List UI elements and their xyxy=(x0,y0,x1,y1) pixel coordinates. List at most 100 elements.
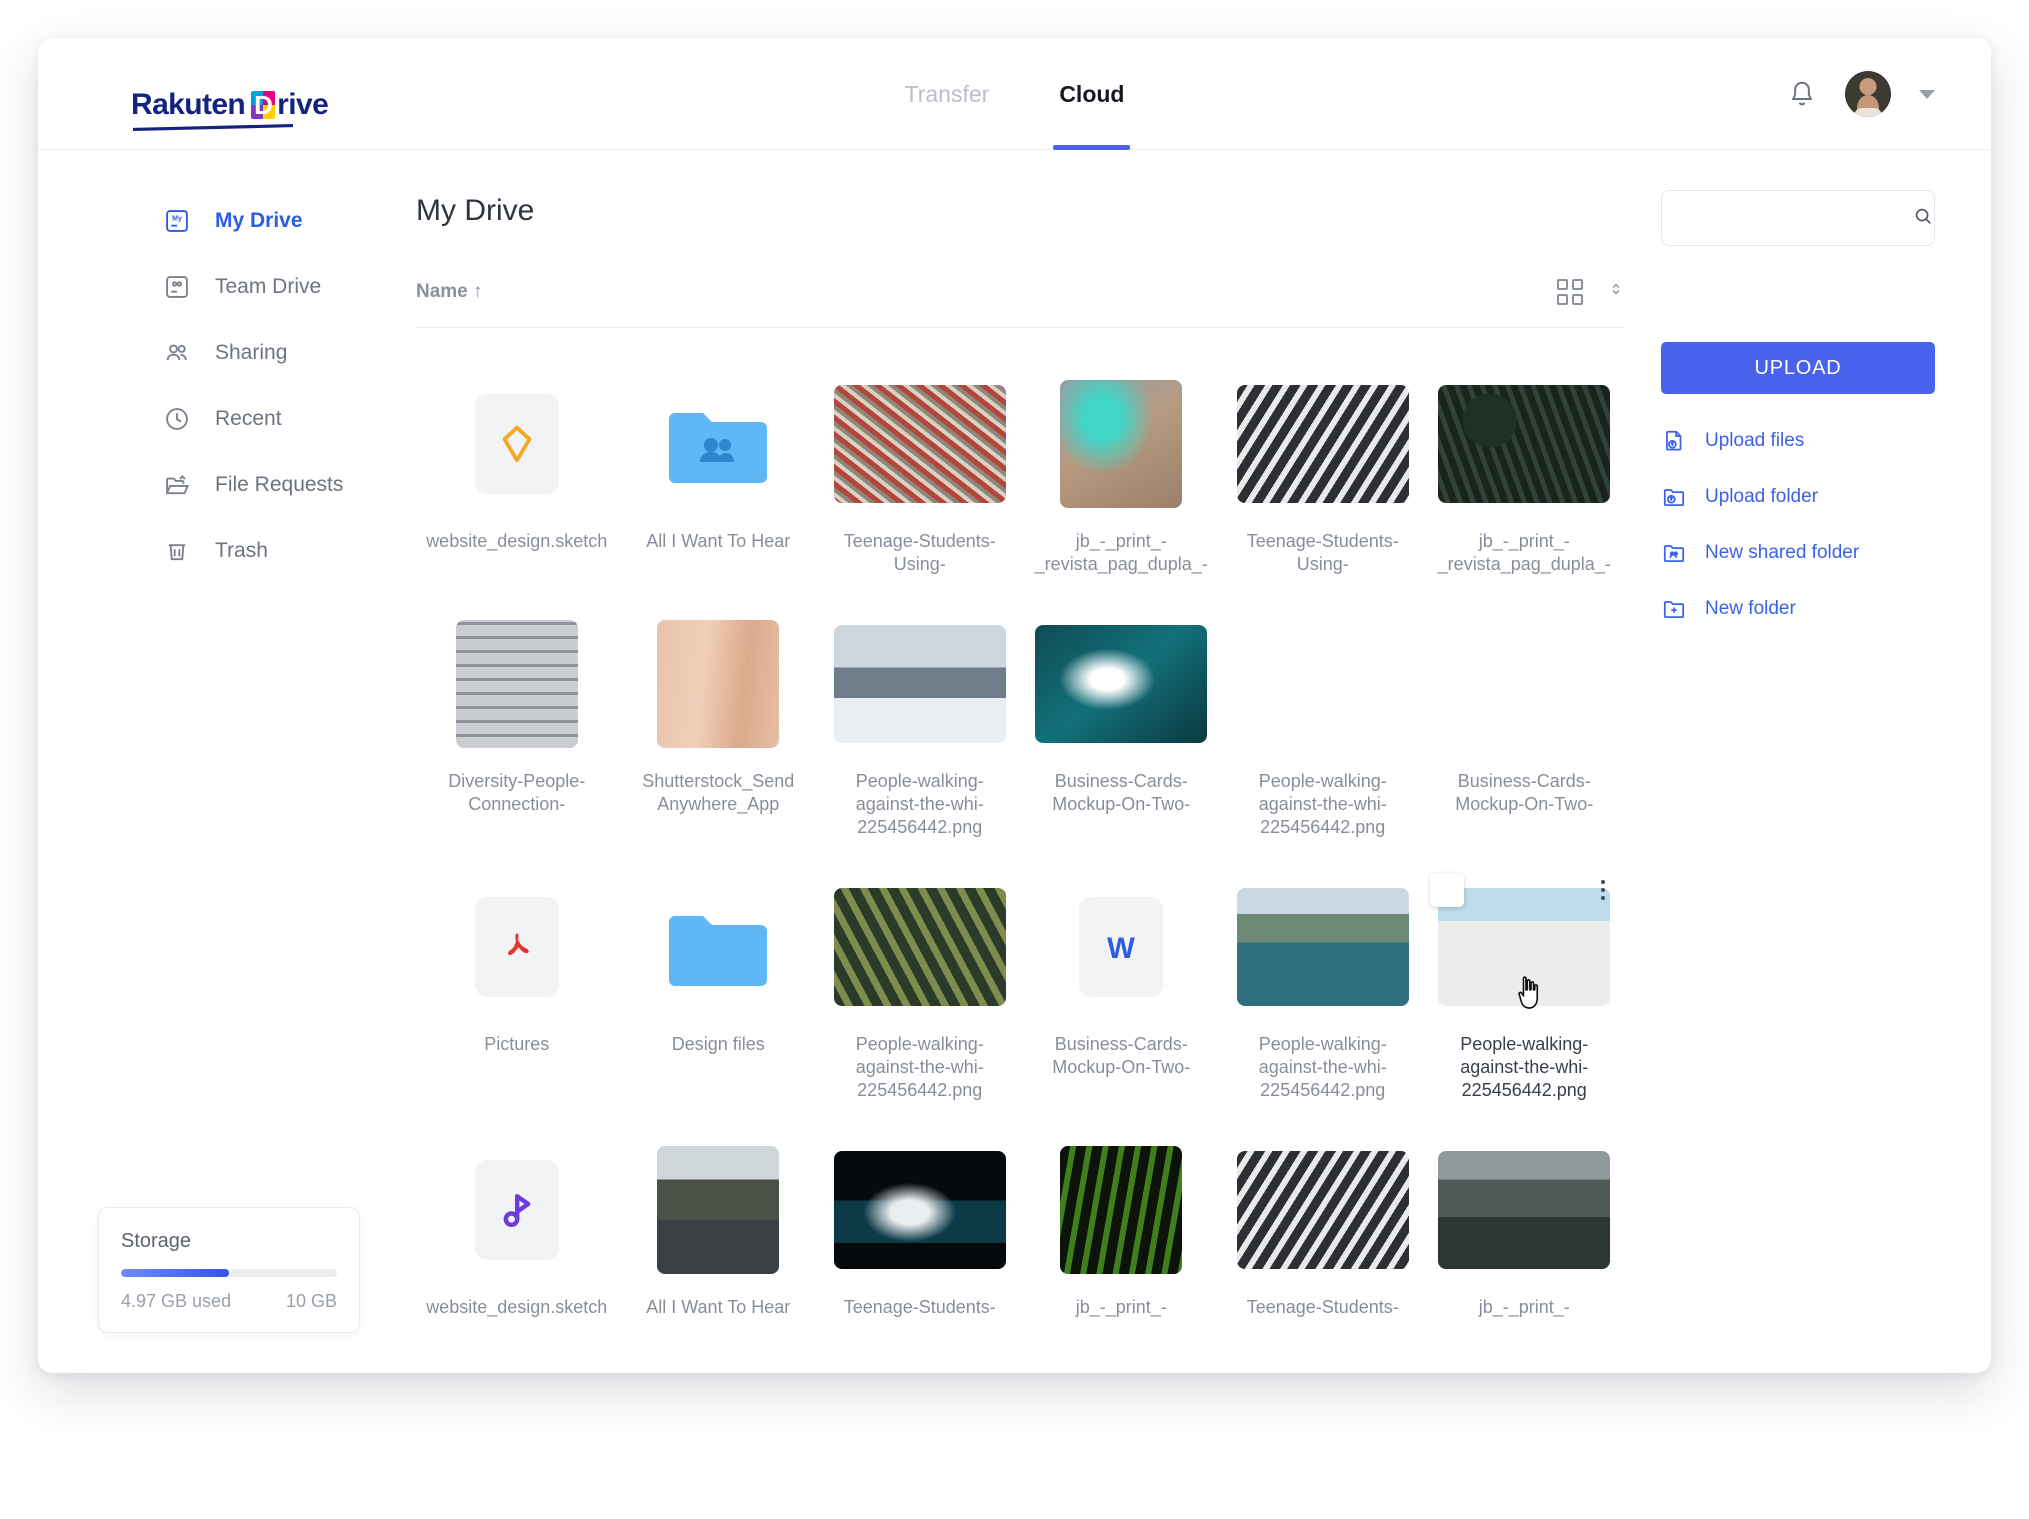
file-thumbnail xyxy=(1035,620,1208,748)
tab-cloud[interactable]: Cloud xyxy=(1053,38,1131,150)
file-cell[interactable]: jb_-_print_- xyxy=(1021,1124,1223,1335)
file-label: Design files xyxy=(671,1034,765,1055)
thumbnail-image xyxy=(1236,385,1409,503)
search-box[interactable] xyxy=(1661,190,1935,246)
file-thumbnail xyxy=(431,620,603,749)
file-thumbnail xyxy=(833,380,1006,508)
svg-text:W: W xyxy=(1107,932,1135,965)
file-cell[interactable]: People-walking-against-the-whi-225456442… xyxy=(819,861,1021,1118)
thumbnail-image xyxy=(657,1146,780,1275)
file-label: People-walking-against-the-whi-225456442… xyxy=(1460,1034,1589,1101)
file-cell[interactable]: Design files xyxy=(618,861,820,1118)
new-shared-folder-link[interactable]: New shared folder xyxy=(1661,540,1935,566)
file-label: Business-Cards-Mockup-On-Two- xyxy=(1455,771,1594,815)
chevron-down-icon[interactable] xyxy=(1919,89,1935,99)
sort-updown-icon[interactable] xyxy=(1607,276,1625,307)
file-cell[interactable]: People-walking-against-the-whi-225456442… xyxy=(1222,598,1424,855)
file-cell[interactable]: Teenage-Students- xyxy=(1222,1124,1424,1335)
file-label: Business-Cards-Mockup-On-Two- xyxy=(1052,771,1191,815)
file-cell[interactable]: People-walking-against-the-whi-225456442… xyxy=(819,598,1021,855)
right-rail: UPLOAD Upload files Upload folder New sh… xyxy=(1661,150,1991,1373)
folder-icon xyxy=(667,908,769,987)
sidebar-item-recent[interactable]: Recent xyxy=(38,394,393,444)
file-request-icon xyxy=(163,471,191,499)
sidebar-item-label: Trash xyxy=(215,539,268,562)
sidebar-item-team-drive[interactable]: Team Drive xyxy=(38,262,393,312)
thumbnail-image xyxy=(833,625,1006,744)
file-label: Business-Cards-Mockup-On-Two- xyxy=(1052,1034,1191,1078)
file-cell[interactable]: Teenage-Students-Using- xyxy=(1222,358,1424,592)
file-cell[interactable]: Shutterstock_Send Anywhere_App xyxy=(618,598,820,855)
file-label: Teenage-Students-Using- xyxy=(1246,531,1399,575)
brand-name-secondary: rive xyxy=(277,88,329,121)
my-drive-icon: My xyxy=(163,207,191,235)
file-cell[interactable]: W Business-Cards-Mockup-On-Two- xyxy=(1021,861,1223,1118)
file-cell[interactable]: Business-Cards-Mockup-On-Two- xyxy=(1021,598,1223,855)
file-label: Teenage-Students-Using- xyxy=(843,531,996,575)
clock-icon xyxy=(163,405,191,433)
file-cell[interactable]: All I Want To Hear xyxy=(618,358,820,592)
thumbnail-image xyxy=(833,1151,1006,1270)
sidebar-item-label: My Drive xyxy=(215,209,303,232)
upload-file-icon xyxy=(1661,428,1687,454)
file-cell-hovered[interactable]: People-walking-against-the-whi-225456442… xyxy=(1424,861,1626,1118)
trash-icon xyxy=(163,537,191,565)
tab-transfer[interactable]: Transfer xyxy=(899,38,996,150)
thumbnail-image xyxy=(1035,625,1208,744)
svg-text:My: My xyxy=(172,216,182,223)
storage-total-label: 10 GB xyxy=(285,1291,337,1311)
sort-by-name[interactable]: Name ↑ xyxy=(416,281,483,303)
new-folder-link[interactable]: New folder xyxy=(1661,596,1935,622)
search-icon[interactable] xyxy=(1912,205,1934,232)
upload-files-link[interactable]: Upload files xyxy=(1661,428,1935,454)
file-cell[interactable]: jb_-_print_-_revista_pag_dupla_- xyxy=(1021,358,1223,592)
file-label: Teenage-Students- xyxy=(843,1297,996,1318)
file-thumbnail xyxy=(431,883,603,1011)
rail-link-label: Upload files xyxy=(1705,430,1805,451)
file-cell[interactable]: Business-Cards-Mockup-On-Two- xyxy=(1424,598,1626,855)
file-cell[interactable]: Teenage-Students- xyxy=(819,1124,1021,1335)
file-thumbnail xyxy=(833,883,1006,1011)
file-thumbnail xyxy=(833,620,1006,748)
file-thumbnail xyxy=(1035,1146,1207,1275)
main-tabs: Transfer Cloud xyxy=(899,38,1131,150)
list-header: Name ↑ xyxy=(416,276,1625,328)
sidebar-item-trash[interactable]: Trash xyxy=(38,526,393,576)
file-grid: website_design.sketch All I Want To Hear… xyxy=(416,358,1625,1335)
file-cell[interactable]: website_design.sketch xyxy=(416,358,618,592)
file-more-menu-icon[interactable] xyxy=(1588,873,1618,907)
pdf-file-icon xyxy=(474,897,559,998)
search-input[interactable] xyxy=(1680,207,1912,229)
team-drive-icon xyxy=(163,273,191,301)
top-right-actions xyxy=(1787,38,1935,150)
file-thumbnail xyxy=(632,620,804,749)
file-label: jb_-_print_-_revista_pag_dupla_- xyxy=(1437,531,1611,575)
sidebar-item-file-requests[interactable]: File Requests xyxy=(38,460,393,510)
sidebar-item-label: Recent xyxy=(215,407,282,430)
file-cell[interactable]: Diversity-People-Connection- xyxy=(416,598,618,855)
file-cell[interactable]: website_design.sketch xyxy=(416,1124,618,1335)
file-label: Shutterstock_Send Anywhere_App xyxy=(642,771,795,815)
storage-progress-track xyxy=(121,1269,337,1277)
bell-icon[interactable] xyxy=(1787,78,1817,110)
file-select-checkbox[interactable] xyxy=(1430,873,1465,908)
upload-button[interactable]: UPLOAD xyxy=(1661,342,1935,394)
brand-logo[interactable]: Rakuten Drive xyxy=(131,88,329,122)
sidebar-item-sharing[interactable]: Sharing xyxy=(38,328,393,378)
file-label: website_design.sketch xyxy=(426,1297,608,1318)
sidebar-item-my-drive[interactable]: My My Drive xyxy=(38,196,393,246)
file-cell[interactable]: jb_-_print_-_revista_pag_dupla_- xyxy=(1424,358,1626,592)
file-cell[interactable]: Teenage-Students-Using- xyxy=(819,358,1021,592)
file-thumbnail xyxy=(632,883,804,1011)
shared-folder-icon xyxy=(667,405,769,483)
file-cell[interactable]: People-walking-against-the-whi-225456442… xyxy=(1222,861,1424,1118)
file-label: Diversity-People-Connection- xyxy=(448,771,586,815)
file-cell[interactable]: All I Want To Hear xyxy=(618,1124,820,1335)
file-cell[interactable]: Pictures xyxy=(416,861,618,1118)
upload-folder-link[interactable]: Upload folder xyxy=(1661,484,1935,510)
grid-view-icon[interactable] xyxy=(1557,278,1583,305)
file-thumbnail xyxy=(1236,380,1409,508)
file-label: People-walking-against-the-whi-225456442… xyxy=(1258,1034,1387,1101)
file-cell[interactable]: jb_-_print_- xyxy=(1424,1124,1626,1335)
avatar[interactable] xyxy=(1845,71,1891,117)
